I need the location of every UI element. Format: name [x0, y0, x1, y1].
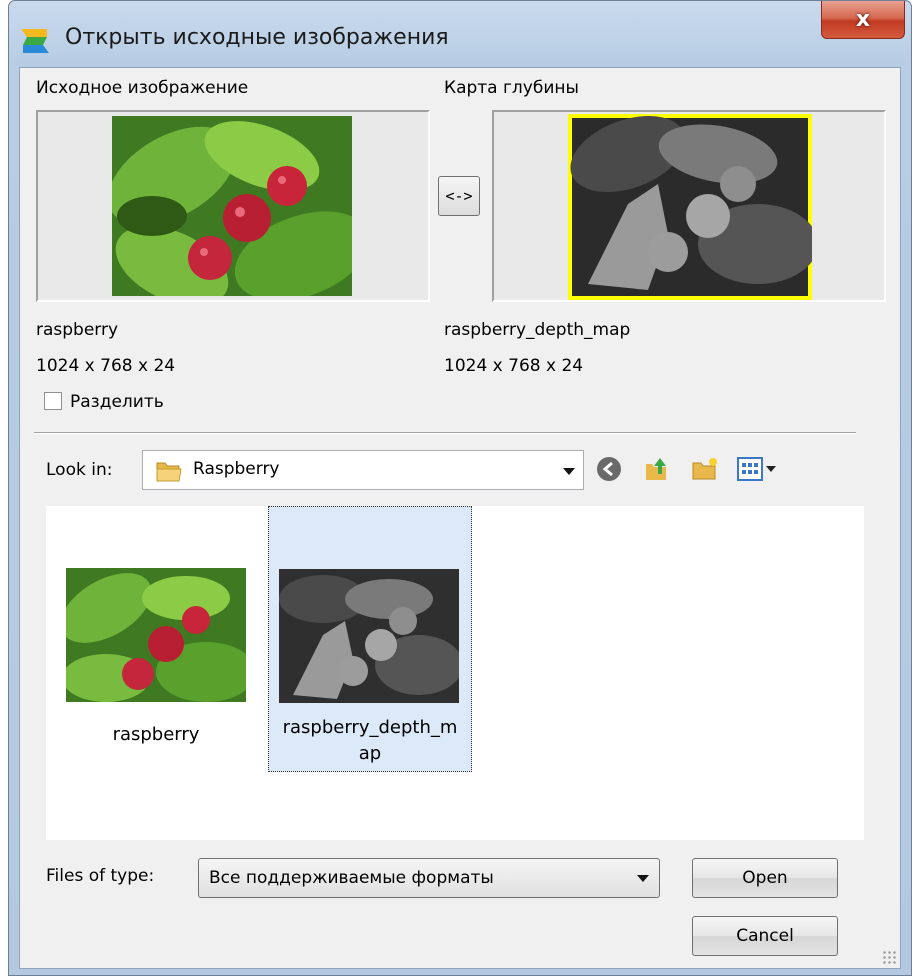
filetype-value: Все поддерживаемые форматы — [209, 868, 494, 888]
filetype-dropdown[interactable]: Все поддерживаемые форматы — [198, 858, 660, 898]
swap-images-button[interactable]: <-> — [438, 176, 480, 216]
split-label: Разделить — [70, 392, 164, 412]
file-thumbnail — [66, 568, 246, 702]
close-button[interactable]: x — [821, 1, 905, 39]
source-image-preview — [112, 116, 352, 296]
new-folder-icon[interactable] — [690, 454, 720, 484]
chevron-down-icon — [563, 468, 575, 475]
folder-icon — [156, 462, 182, 482]
dialog-body: Исходное изображение Карта глубины <-> r… — [19, 67, 901, 969]
title-bar[interactable]: Открыть исходные изображения x — [9, 1, 911, 71]
depth-dimensions: 1024 x 768 x 24 — [444, 356, 584, 376]
depth-file-name: raspberry_depth_map — [444, 320, 631, 340]
file-name: raspberry — [112, 724, 200, 745]
window-title: Открыть исходные изображения — [65, 25, 449, 50]
back-icon[interactable] — [594, 454, 624, 484]
resize-grip[interactable] — [882, 950, 896, 964]
depth-map-preview — [568, 114, 812, 300]
open-button[interactable]: Open — [692, 858, 838, 898]
file-item-raspberry-depth-map[interactable]: raspberry_depth_m ap — [268, 506, 472, 772]
chevron-down-icon — [637, 875, 649, 882]
app-logo-icon — [21, 29, 49, 53]
source-preview-panel — [36, 110, 430, 302]
up-folder-icon[interactable] — [642, 454, 672, 484]
separator — [34, 432, 856, 434]
file-thumbnail — [279, 569, 459, 703]
file-name-line2: ap — [358, 743, 382, 764]
open-button-label: Open — [742, 868, 788, 888]
lookin-value: Raspberry — [193, 459, 280, 479]
file-name-line1: raspberry_depth_m — [282, 717, 458, 738]
file-list[interactable]: raspberry raspberry_depth_m ap — [46, 506, 864, 840]
dialog-window: Открыть исходные изображения x Исходное … — [8, 0, 912, 976]
view-menu-icon[interactable] — [736, 454, 780, 484]
filetype-label: Files of type: — [46, 866, 155, 886]
depth-preview-panel — [492, 110, 886, 302]
source-file-name: raspberry — [36, 320, 119, 340]
source-dimensions: 1024 x 768 x 24 — [36, 356, 176, 376]
lookin-label: Look in: — [46, 460, 113, 480]
file-item-raspberry[interactable]: raspberry — [64, 566, 248, 766]
lookin-dropdown[interactable]: Raspberry — [142, 450, 584, 490]
source-heading: Исходное изображение — [36, 78, 249, 98]
cancel-button[interactable]: Cancel — [692, 916, 838, 956]
depth-heading: Карта глубины — [444, 78, 579, 98]
cancel-button-label: Cancel — [736, 926, 794, 946]
split-checkbox[interactable] — [44, 392, 62, 410]
